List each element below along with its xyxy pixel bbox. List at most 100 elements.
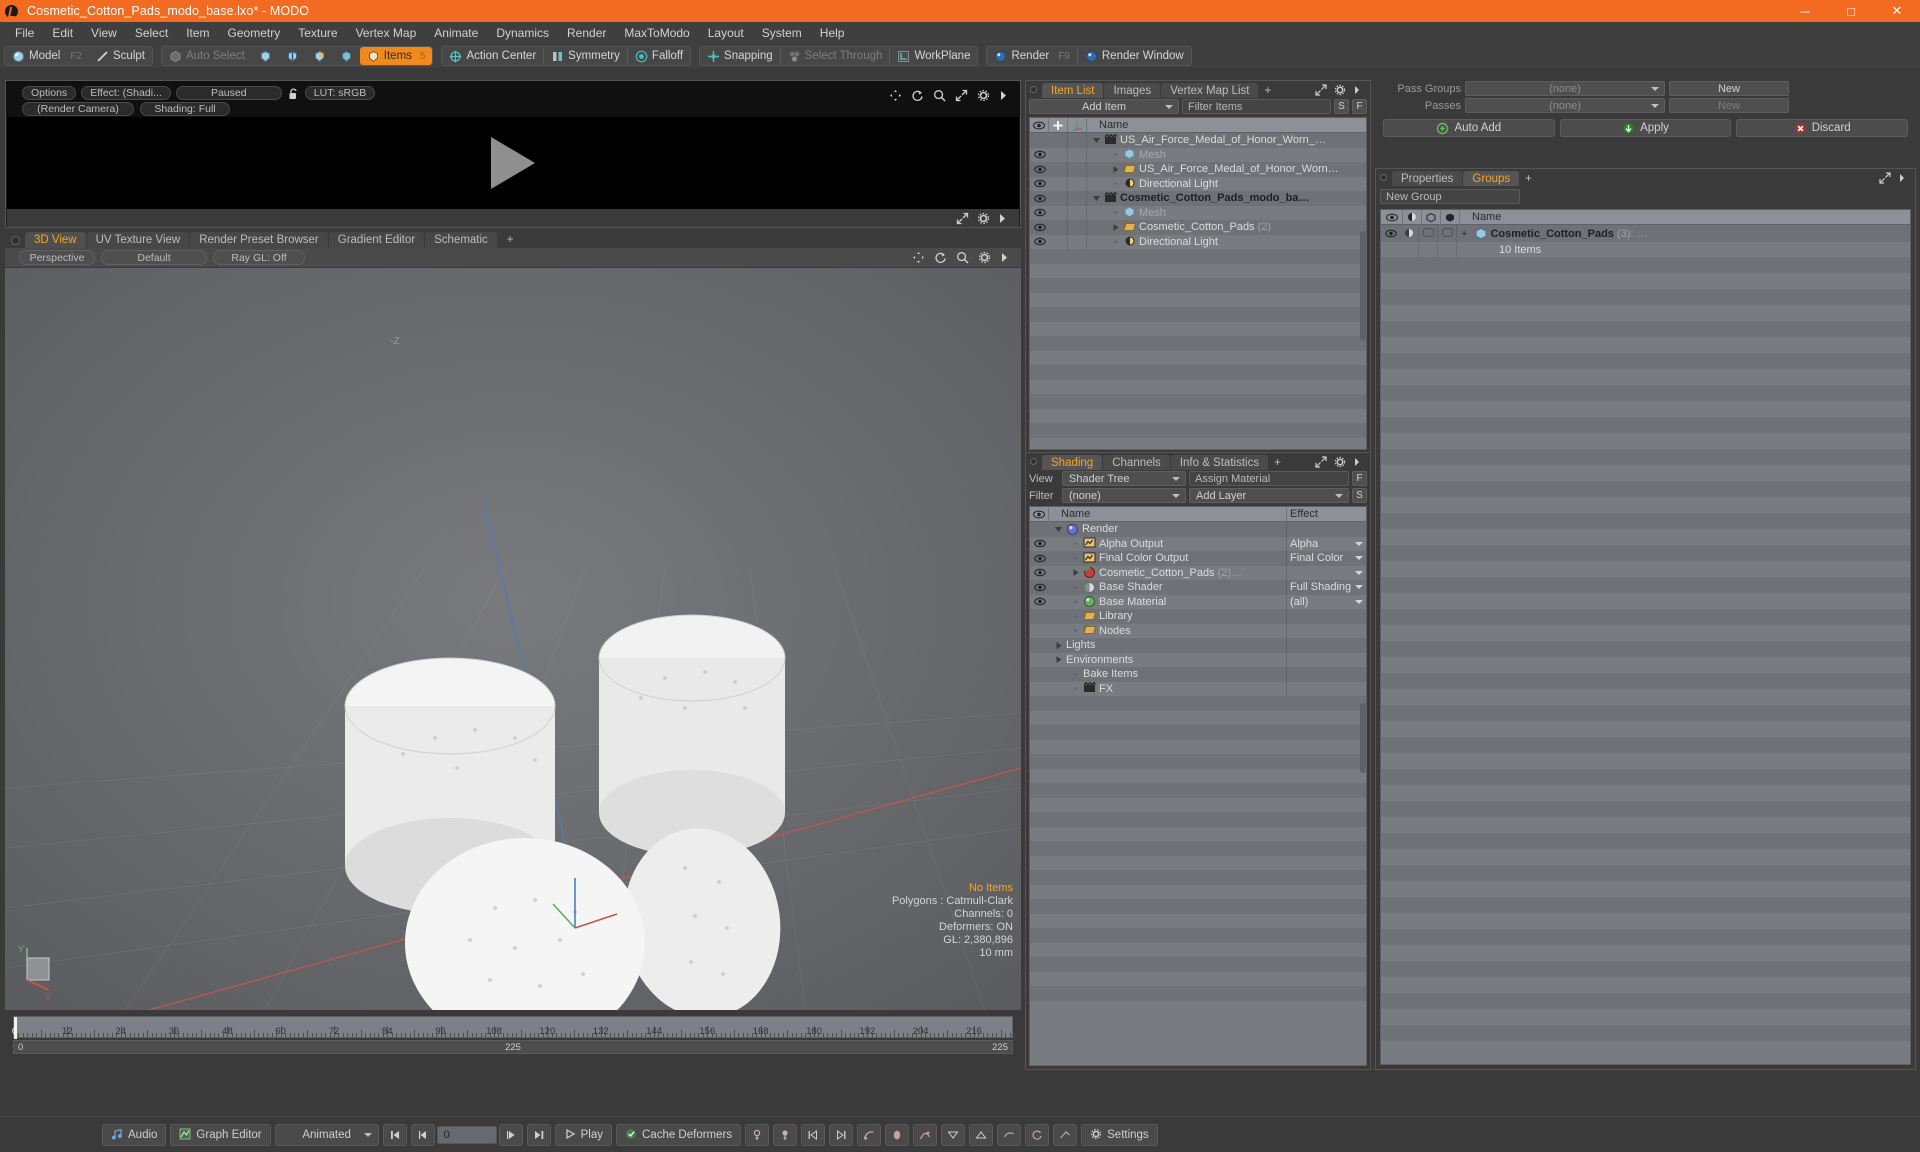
apply-button[interactable]: Apply bbox=[1559, 119, 1732, 137]
add-key-button[interactable] bbox=[857, 1123, 882, 1146]
slope-in-button[interactable] bbox=[941, 1123, 966, 1146]
item-list-row[interactable]: Cosmetic_Cotton_Pads (2) bbox=[1030, 220, 1366, 235]
item-list-row[interactable]: US_Air_Force_Medal_of_Honor_Worn… bbox=[1030, 162, 1366, 177]
menu-item-edit[interactable]: Edit bbox=[43, 23, 82, 43]
item-name-cell[interactable]: Cosmetic_Cotton_Pads (2) bbox=[1087, 221, 1366, 234]
item-list-tab-item-list[interactable]: Item List bbox=[1042, 83, 1104, 98]
item-name-cell[interactable]: Mesh bbox=[1087, 206, 1366, 219]
viewport-tab-render-preset-browser[interactable]: Render Preset Browser bbox=[190, 232, 328, 248]
add-item-dropdown[interactable]: Add Item bbox=[1029, 99, 1179, 114]
shading-toggle-cell[interactable] bbox=[1400, 225, 1419, 242]
item-list-tab-vertex-map-list[interactable]: Vertex Map List bbox=[1161, 83, 1259, 98]
shading-tab-shading[interactable]: Shading bbox=[1042, 455, 1103, 470]
go-to-end-button[interactable] bbox=[526, 1123, 551, 1146]
auto-select-button[interactable]: Auto Select bbox=[162, 47, 252, 65]
gear-icon[interactable] bbox=[977, 212, 990, 225]
solid-checkbox[interactable] bbox=[1438, 225, 1457, 242]
menu-item-system[interactable]: System bbox=[753, 23, 811, 43]
menu-item-animate[interactable]: Animate bbox=[425, 23, 487, 43]
shading-add-tab-button[interactable]: + bbox=[1269, 455, 1286, 470]
shading-row[interactable]: Base Material (all) bbox=[1030, 594, 1366, 609]
visibility-eye-icon[interactable] bbox=[1030, 583, 1049, 592]
key-selected-channels-button[interactable] bbox=[773, 1123, 798, 1146]
shading-s-button[interactable]: S bbox=[1352, 488, 1367, 503]
item-list-row[interactable]: US_Air_Force_Medal_of_Honor_Worn_… bbox=[1030, 133, 1366, 148]
shading-row[interactable]: Nodes bbox=[1030, 623, 1366, 638]
discard-button[interactable]: Discard bbox=[1736, 119, 1909, 137]
shading-tab-channels[interactable]: Channels bbox=[1103, 455, 1170, 470]
chevron-right-icon[interactable] bbox=[1353, 84, 1366, 97]
visibility-eye-icon[interactable] bbox=[1030, 179, 1049, 188]
shading-effect-cell[interactable] bbox=[1286, 522, 1366, 537]
shading-effect-cell[interactable] bbox=[1286, 638, 1366, 653]
timeline-playhead[interactable] bbox=[14, 1017, 17, 1039]
visibility-eye-icon[interactable] bbox=[1030, 554, 1049, 563]
shading-effect-cell[interactable]: Final Color bbox=[1286, 551, 1366, 566]
previous-key-button[interactable] bbox=[801, 1123, 826, 1146]
chevron-down-icon[interactable] bbox=[1355, 585, 1363, 589]
window-controls[interactable]: ─ □ ✕ bbox=[1782, 0, 1920, 22]
twisty-down-icon[interactable] bbox=[1091, 136, 1101, 145]
lock-cell[interactable] bbox=[1049, 191, 1068, 206]
item-list-tab-images[interactable]: Images bbox=[1104, 83, 1161, 98]
lock-cell[interactable] bbox=[1049, 205, 1068, 220]
settings-button[interactable]: Settings bbox=[1081, 1123, 1158, 1146]
shading-name-cell[interactable]: Base Shader bbox=[1049, 581, 1286, 594]
key-ellipse-button[interactable] bbox=[885, 1123, 910, 1146]
pan-icon[interactable] bbox=[889, 89, 902, 102]
panel-knob[interactable] bbox=[1030, 86, 1037, 93]
twisty-right-icon[interactable] bbox=[1110, 165, 1120, 174]
shading-name-cell[interactable]: Lights bbox=[1049, 639, 1286, 651]
slope-out-button[interactable] bbox=[969, 1123, 994, 1146]
viewport-projection-dropdown[interactable]: Perspective bbox=[19, 250, 95, 265]
axis-cell[interactable] bbox=[1068, 147, 1087, 162]
shading-effect-cell[interactable] bbox=[1286, 652, 1366, 667]
timeline-ruler[interactable]: 0122436486072849610812013214415616818019… bbox=[12, 1016, 1015, 1039]
groups-rows[interactable]: + Cosmetic_Cotton_Pads (3): … 10 Items bbox=[1381, 225, 1910, 1057]
render-camera-dropdown[interactable]: (Render Camera) bbox=[22, 102, 134, 116]
shading-name-cell[interactable]: Base Material bbox=[1049, 595, 1286, 608]
chevron-down-icon[interactable] bbox=[1355, 599, 1363, 604]
next-key-button[interactable] bbox=[829, 1123, 854, 1146]
twisty-right-icon[interactable] bbox=[1053, 655, 1063, 664]
current-frame-input[interactable]: 0 bbox=[436, 1125, 497, 1144]
visibility-eye-icon[interactable] bbox=[1030, 568, 1049, 577]
item-list-add-tab-button[interactable]: + bbox=[1259, 83, 1276, 98]
groups-panel-icons[interactable] bbox=[1879, 172, 1911, 185]
snapping-group[interactable]: Snapping Select Through WorkPlane bbox=[699, 46, 979, 66]
menu-bar[interactable]: File Edit View Select Item Geometry Texture Ver… bbox=[0, 22, 1920, 44]
item-name-cell[interactable]: US_Air_Force_Medal_of_Honor_Worn_… bbox=[1087, 133, 1366, 147]
passes-row[interactable]: Passes (none) New bbox=[1375, 97, 1916, 114]
chevron-right-icon[interactable] bbox=[1898, 172, 1911, 185]
groups-tab-groups[interactable]: Groups bbox=[1463, 171, 1520, 186]
shading-effect-cell[interactable] bbox=[1286, 565, 1366, 580]
mode-group[interactable]: Model F2 Sculpt bbox=[4, 46, 153, 66]
new-group-button[interactable]: New Group bbox=[1380, 189, 1520, 204]
lock-cell[interactable] bbox=[1049, 162, 1068, 177]
maximize-button[interactable]: □ bbox=[1828, 0, 1874, 22]
rotate-icon[interactable] bbox=[934, 251, 947, 264]
item-list-rows[interactable]: US_Air_Force_Medal_of_Honor_Worn_… Mesh US… bbox=[1030, 133, 1366, 449]
viewport-toolbar[interactable]: Perspective Default Ray GL: Off bbox=[5, 248, 1021, 268]
visibility-eye-icon[interactable] bbox=[1030, 165, 1049, 174]
visibility-eye-icon[interactable] bbox=[1030, 223, 1049, 232]
pass-action-row[interactable]: Auto Add Apply Discard bbox=[1375, 114, 1916, 137]
action-center-group[interactable]: Action Center Symmetry Falloff bbox=[441, 46, 692, 66]
menu-item-help[interactable]: Help bbox=[811, 23, 854, 43]
item-list-row[interactable]: Directional Light bbox=[1030, 176, 1366, 191]
shading-name-cell[interactable]: FX bbox=[1049, 682, 1286, 695]
shading-tab-info-statistics[interactable]: Info & Statistics bbox=[1170, 455, 1269, 470]
shading-effect-cell[interactable] bbox=[1286, 681, 1366, 696]
chevron-right-icon[interactable] bbox=[1000, 251, 1013, 264]
material-mode-button[interactable] bbox=[333, 47, 360, 65]
viewport-panel-knob[interactable] bbox=[11, 236, 20, 245]
unlock-icon[interactable] bbox=[287, 87, 300, 100]
item-name-cell[interactable]: Directional Light bbox=[1087, 177, 1366, 190]
shading-effect-cell[interactable]: (all) bbox=[1286, 594, 1366, 609]
vertex-mode-button[interactable] bbox=[252, 47, 279, 65]
viewport-tab-schematic[interactable]: Schematic bbox=[425, 232, 497, 248]
shading-effect-cell[interactable]: Alpha bbox=[1286, 536, 1366, 551]
play-button[interactable]: Play bbox=[554, 1123, 612, 1146]
menu-item-file[interactable]: File bbox=[6, 23, 43, 43]
groups-tab-properties[interactable]: Properties bbox=[1392, 171, 1463, 186]
